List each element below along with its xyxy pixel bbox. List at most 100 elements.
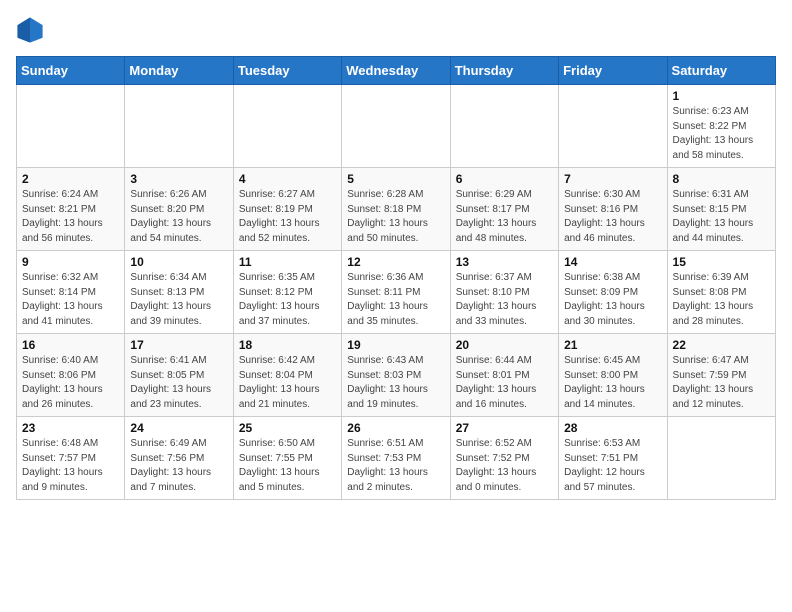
day-number: 18 bbox=[239, 338, 336, 352]
calendar-day-cell: 18 Sunrise: 6:42 AM Sunset: 8:04 PM Dayli… bbox=[233, 334, 341, 417]
day-info: Sunrise: 6:38 AM Sunset: 8:09 PM Dayligh… bbox=[564, 271, 661, 329]
calendar-day-cell: 4 Sunrise: 6:27 AM Sunset: 8:19 PM Daylig… bbox=[233, 168, 341, 251]
day-number: 1 bbox=[673, 89, 770, 103]
day-number: 24 bbox=[130, 421, 227, 435]
day-info: Sunrise: 6:49 AM Sunset: 7:56 PM Dayligh… bbox=[130, 437, 227, 495]
day-number: 7 bbox=[564, 172, 661, 186]
day-info: Sunrise: 6:47 AM Sunset: 7:59 PM Dayligh… bbox=[673, 354, 770, 412]
day-number: 26 bbox=[347, 421, 444, 435]
day-number: 19 bbox=[347, 338, 444, 352]
calendar-week-row: 23 Sunrise: 6:48 AM Sunset: 7:57 PM Dayli… bbox=[17, 417, 776, 500]
day-info: Sunrise: 6:31 AM Sunset: 8:15 PM Dayligh… bbox=[673, 188, 770, 246]
calendar-day-cell: 28 Sunrise: 6:53 AM Sunset: 7:51 PM Dayli… bbox=[559, 417, 667, 500]
calendar-day-cell bbox=[17, 85, 125, 168]
weekday-header: Friday bbox=[559, 57, 667, 85]
day-info: Sunrise: 6:48 AM Sunset: 7:57 PM Dayligh… bbox=[22, 437, 119, 495]
day-info: Sunrise: 6:34 AM Sunset: 8:13 PM Dayligh… bbox=[130, 271, 227, 329]
calendar-day-cell: 16 Sunrise: 6:40 AM Sunset: 8:06 PM Dayli… bbox=[17, 334, 125, 417]
logo-icon bbox=[16, 16, 44, 44]
calendar-day-cell bbox=[342, 85, 450, 168]
calendar-day-cell: 26 Sunrise: 6:51 AM Sunset: 7:53 PM Dayli… bbox=[342, 417, 450, 500]
calendar-week-row: 16 Sunrise: 6:40 AM Sunset: 8:06 PM Dayli… bbox=[17, 334, 776, 417]
day-number: 20 bbox=[456, 338, 553, 352]
day-number: 14 bbox=[564, 255, 661, 269]
calendar-day-cell: 23 Sunrise: 6:48 AM Sunset: 7:57 PM Dayli… bbox=[17, 417, 125, 500]
day-number: 5 bbox=[347, 172, 444, 186]
page-header bbox=[16, 16, 776, 44]
day-info: Sunrise: 6:53 AM Sunset: 7:51 PM Dayligh… bbox=[564, 437, 661, 495]
day-number: 3 bbox=[130, 172, 227, 186]
day-info: Sunrise: 6:45 AM Sunset: 8:00 PM Dayligh… bbox=[564, 354, 661, 412]
day-info: Sunrise: 6:27 AM Sunset: 8:19 PM Dayligh… bbox=[239, 188, 336, 246]
day-number: 15 bbox=[673, 255, 770, 269]
weekday-header: Saturday bbox=[667, 57, 775, 85]
day-info: Sunrise: 6:23 AM Sunset: 8:22 PM Dayligh… bbox=[673, 105, 770, 163]
calendar-day-cell: 1 Sunrise: 6:23 AM Sunset: 8:22 PM Daylig… bbox=[667, 85, 775, 168]
day-number: 13 bbox=[456, 255, 553, 269]
calendar-day-cell: 12 Sunrise: 6:36 AM Sunset: 8:11 PM Dayli… bbox=[342, 251, 450, 334]
calendar-day-cell: 21Sunrise: 6:45 AM Sunset: 8:00 PM Dayli… bbox=[559, 334, 667, 417]
day-info: Sunrise: 6:40 AM Sunset: 8:06 PM Dayligh… bbox=[22, 354, 119, 412]
day-number: 23 bbox=[22, 421, 119, 435]
calendar-day-cell: 25Sunrise: 6:50 AM Sunset: 7:55 PM Dayli… bbox=[233, 417, 341, 500]
day-info: Sunrise: 6:26 AM Sunset: 8:20 PM Dayligh… bbox=[130, 188, 227, 246]
day-info: Sunrise: 6:51 AM Sunset: 7:53 PM Dayligh… bbox=[347, 437, 444, 495]
day-number: 28 bbox=[564, 421, 661, 435]
calendar-day-cell: 20 Sunrise: 6:44 AM Sunset: 8:01 PM Dayli… bbox=[450, 334, 558, 417]
weekday-header: Tuesday bbox=[233, 57, 341, 85]
day-info: Sunrise: 6:28 AM Sunset: 8:18 PM Dayligh… bbox=[347, 188, 444, 246]
day-number: 12 bbox=[347, 255, 444, 269]
calendar-day-cell: 15Sunrise: 6:39 AM Sunset: 8:08 PM Dayli… bbox=[667, 251, 775, 334]
day-number: 4 bbox=[239, 172, 336, 186]
weekday-header: Sunday bbox=[17, 57, 125, 85]
day-info: Sunrise: 6:36 AM Sunset: 8:11 PM Dayligh… bbox=[347, 271, 444, 329]
calendar-day-cell bbox=[559, 85, 667, 168]
weekday-header: Thursday bbox=[450, 57, 558, 85]
day-number: 2 bbox=[22, 172, 119, 186]
day-number: 11 bbox=[239, 255, 336, 269]
day-info: Sunrise: 6:37 AM Sunset: 8:10 PM Dayligh… bbox=[456, 271, 553, 329]
calendar-day-cell: 27Sunrise: 6:52 AM Sunset: 7:52 PM Dayli… bbox=[450, 417, 558, 500]
day-number: 27 bbox=[456, 421, 553, 435]
weekday-header: Monday bbox=[125, 57, 233, 85]
day-info: Sunrise: 6:43 AM Sunset: 8:03 PM Dayligh… bbox=[347, 354, 444, 412]
calendar-day-cell: 5 Sunrise: 6:28 AM Sunset: 8:18 PM Daylig… bbox=[342, 168, 450, 251]
calendar-day-cell bbox=[667, 417, 775, 500]
day-number: 6 bbox=[456, 172, 553, 186]
calendar-day-cell: 13 Sunrise: 6:37 AM Sunset: 8:10 PM Dayli… bbox=[450, 251, 558, 334]
calendar-day-cell: 22 Sunrise: 6:47 AM Sunset: 7:59 PM Dayli… bbox=[667, 334, 775, 417]
day-info: Sunrise: 6:24 AM Sunset: 8:21 PM Dayligh… bbox=[22, 188, 119, 246]
calendar-day-cell: 17 Sunrise: 6:41 AM Sunset: 8:05 PM Dayli… bbox=[125, 334, 233, 417]
day-info: Sunrise: 6:42 AM Sunset: 8:04 PM Dayligh… bbox=[239, 354, 336, 412]
day-info: Sunrise: 6:30 AM Sunset: 8:16 PM Dayligh… bbox=[564, 188, 661, 246]
day-info: Sunrise: 6:41 AM Sunset: 8:05 PM Dayligh… bbox=[130, 354, 227, 412]
day-info: Sunrise: 6:44 AM Sunset: 8:01 PM Dayligh… bbox=[456, 354, 553, 412]
calendar-day-cell: 10 Sunrise: 6:34 AM Sunset: 8:13 PM Dayli… bbox=[125, 251, 233, 334]
day-info: Sunrise: 6:50 AM Sunset: 7:55 PM Dayligh… bbox=[239, 437, 336, 495]
day-number: 10 bbox=[130, 255, 227, 269]
calendar-day-cell: 24 Sunrise: 6:49 AM Sunset: 7:56 PM Dayli… bbox=[125, 417, 233, 500]
calendar-day-cell: 19 Sunrise: 6:43 AM Sunset: 8:03 PM Dayli… bbox=[342, 334, 450, 417]
calendar-header-row: SundayMondayTuesdayWednesdayThursdayFrid… bbox=[17, 57, 776, 85]
calendar-day-cell: 14 Sunrise: 6:38 AM Sunset: 8:09 PM Dayli… bbox=[559, 251, 667, 334]
calendar-day-cell: 7 Sunrise: 6:30 AM Sunset: 8:16 PM Daylig… bbox=[559, 168, 667, 251]
calendar-day-cell: 3 Sunrise: 6:26 AM Sunset: 8:20 PM Daylig… bbox=[125, 168, 233, 251]
calendar-day-cell: 9 Sunrise: 6:32 AM Sunset: 8:14 PM Daylig… bbox=[17, 251, 125, 334]
calendar-week-row: 9 Sunrise: 6:32 AM Sunset: 8:14 PM Daylig… bbox=[17, 251, 776, 334]
calendar-day-cell bbox=[125, 85, 233, 168]
weekday-header: Wednesday bbox=[342, 57, 450, 85]
calendar-table: SundayMondayTuesdayWednesdayThursdayFrid… bbox=[16, 56, 776, 500]
day-info: Sunrise: 6:32 AM Sunset: 8:14 PM Dayligh… bbox=[22, 271, 119, 329]
calendar-day-cell: 11 Sunrise: 6:35 AM Sunset: 8:12 PM Dayli… bbox=[233, 251, 341, 334]
calendar-week-row: 2 Sunrise: 6:24 AM Sunset: 8:21 PM Daylig… bbox=[17, 168, 776, 251]
day-info: Sunrise: 6:29 AM Sunset: 8:17 PM Dayligh… bbox=[456, 188, 553, 246]
calendar-week-row: 1 Sunrise: 6:23 AM Sunset: 8:22 PM Daylig… bbox=[17, 85, 776, 168]
calendar-day-cell: 6 Sunrise: 6:29 AM Sunset: 8:17 PM Daylig… bbox=[450, 168, 558, 251]
day-number: 22 bbox=[673, 338, 770, 352]
day-number: 17 bbox=[130, 338, 227, 352]
day-number: 16 bbox=[22, 338, 119, 352]
day-number: 9 bbox=[22, 255, 119, 269]
calendar-day-cell bbox=[233, 85, 341, 168]
day-info: Sunrise: 6:35 AM Sunset: 8:12 PM Dayligh… bbox=[239, 271, 336, 329]
calendar-day-cell: 2 Sunrise: 6:24 AM Sunset: 8:21 PM Daylig… bbox=[17, 168, 125, 251]
